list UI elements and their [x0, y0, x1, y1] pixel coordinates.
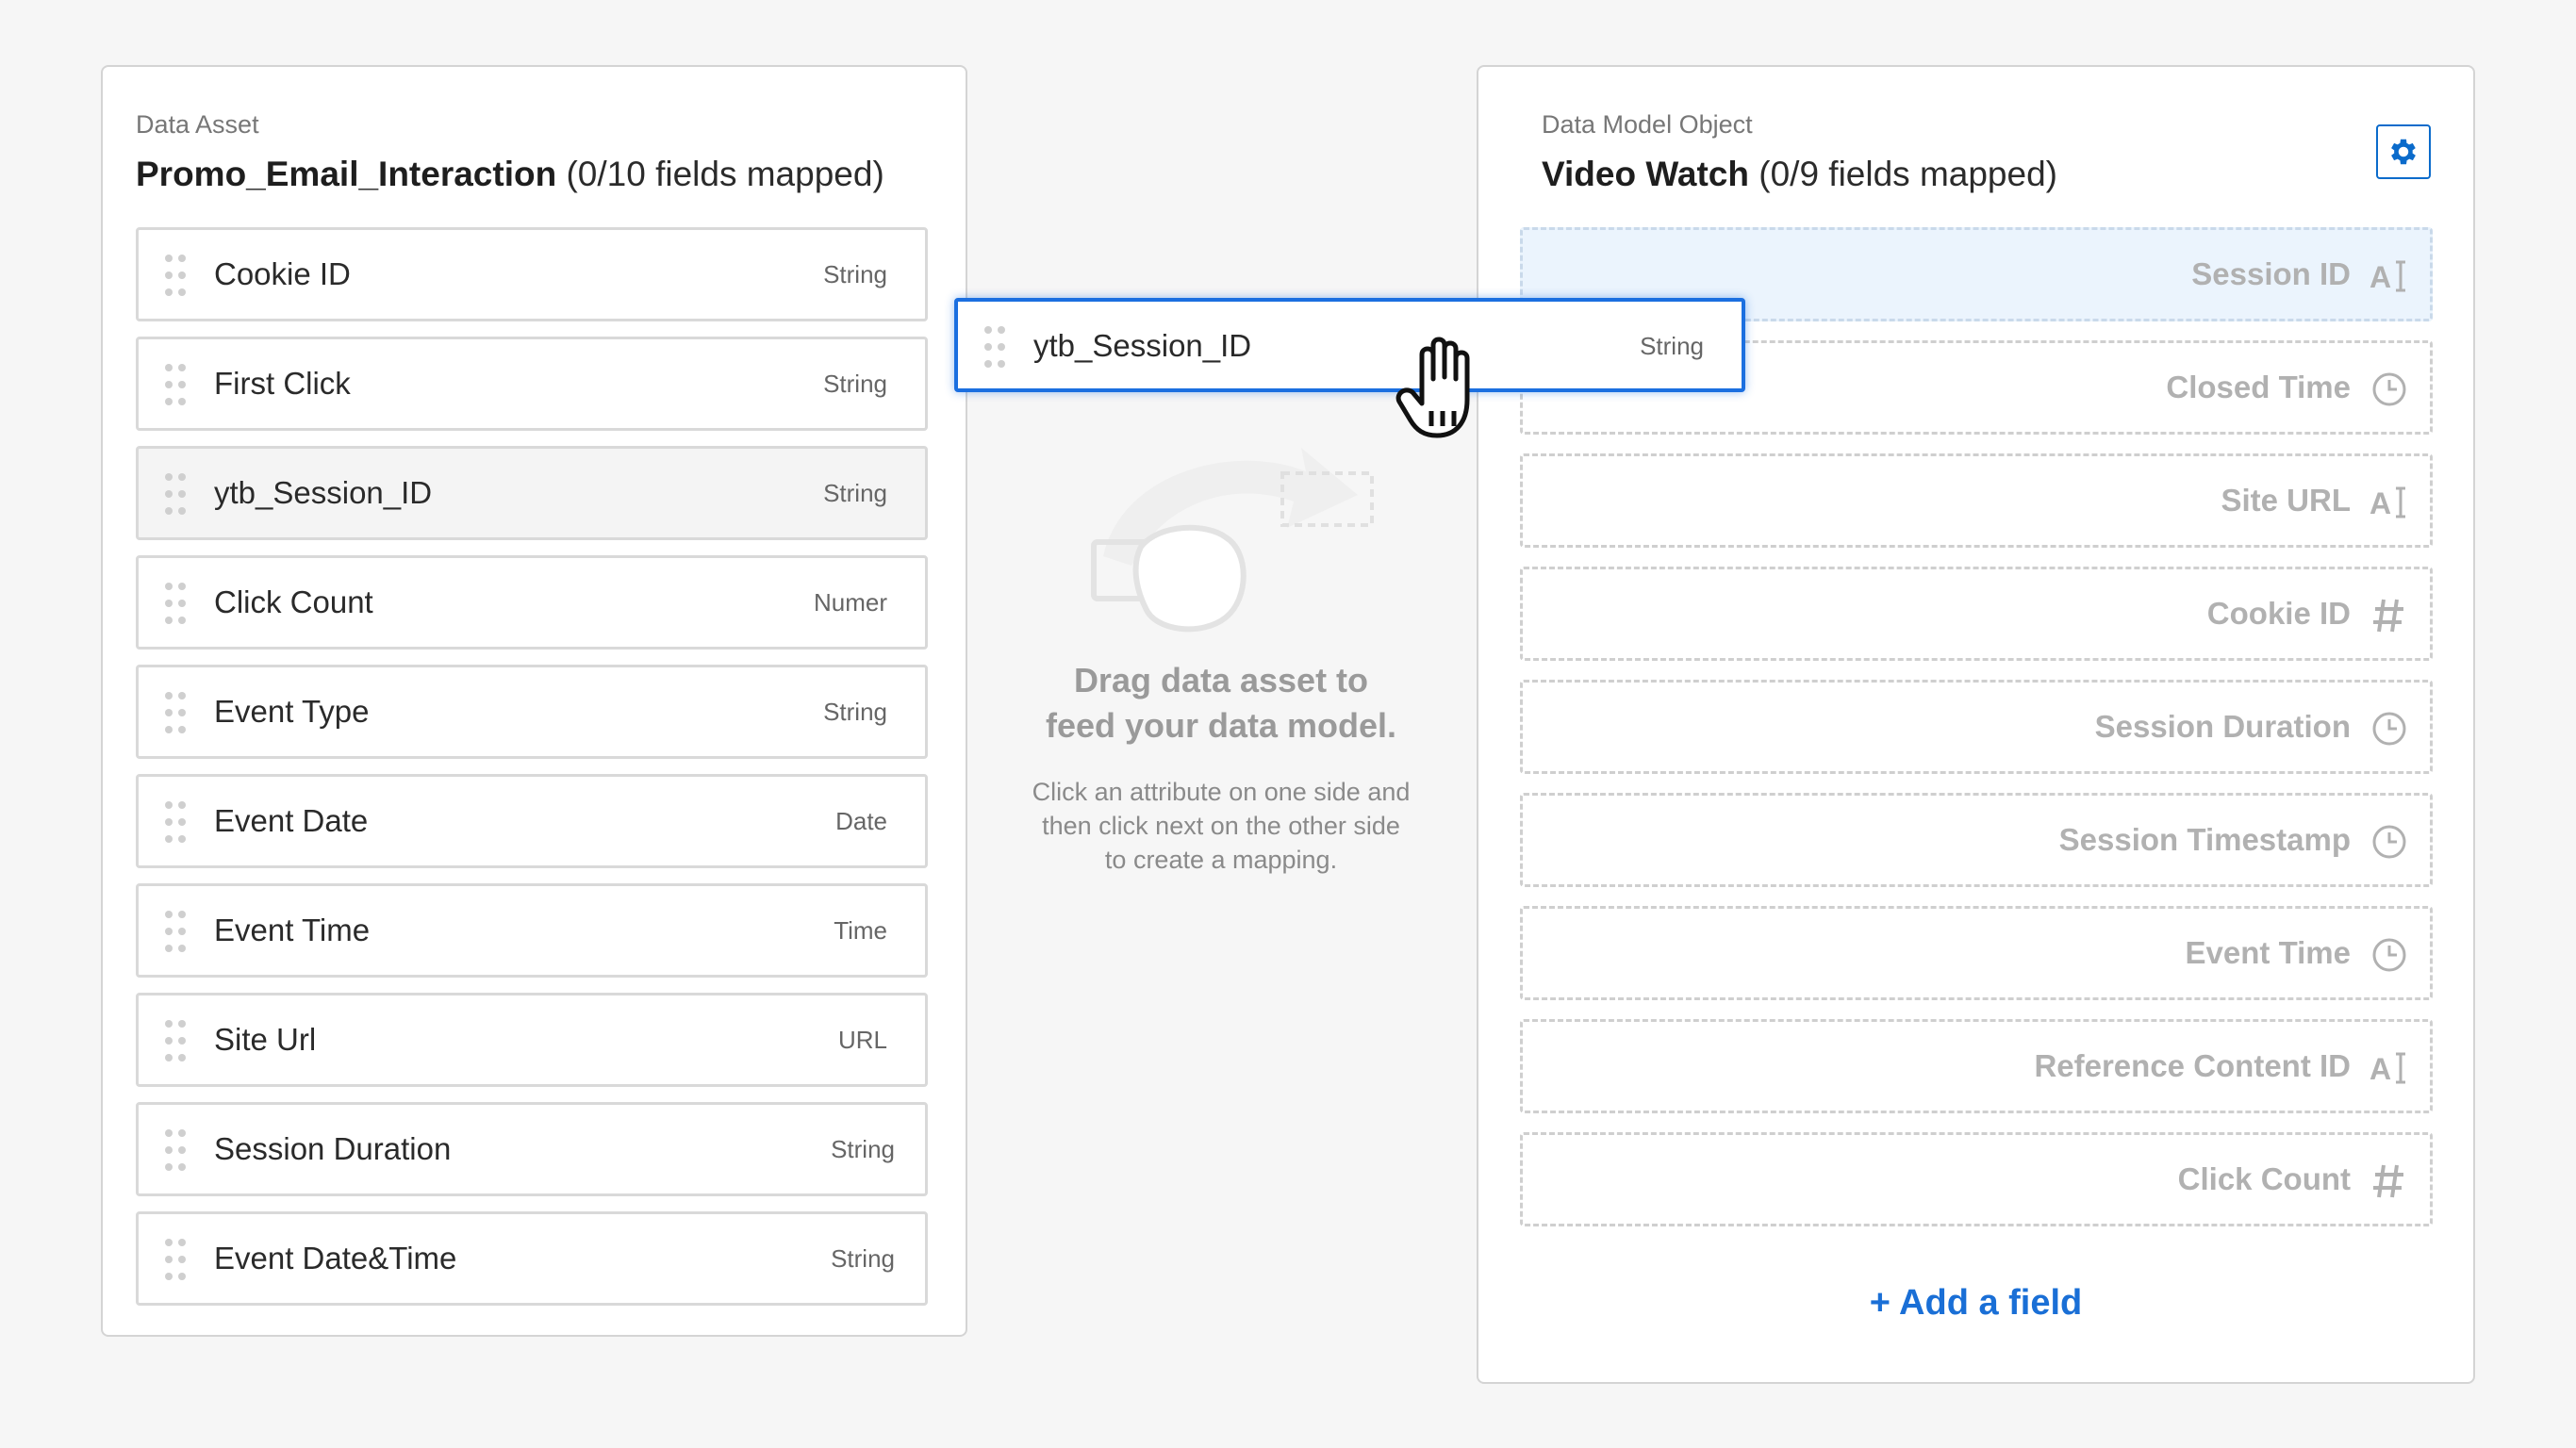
source-field-event-time[interactable]: Event Time Time — [136, 883, 928, 978]
hint-body-line: Click an attribute on one side and — [1032, 778, 1411, 806]
data-model-mapped-count: (0/9 fields mapped) — [1759, 155, 2057, 193]
source-field-type: String — [823, 697, 887, 726]
svg-text:A: A — [2370, 486, 2391, 520]
number-icon — [2373, 1164, 2403, 1198]
data-asset-name: Promo_Email_Interaction — [136, 155, 557, 193]
source-field-cookie-id[interactable]: Cookie ID String — [136, 227, 928, 321]
drag-handle-icon[interactable] — [165, 1020, 186, 1061]
source-field-name: Cookie ID — [214, 256, 351, 291]
source-field-type: String — [823, 369, 887, 398]
source-field-name: Event Date — [214, 803, 369, 838]
add-field-link[interactable]: + Add a field — [1478, 1283, 2473, 1324]
settings-button[interactable] — [2376, 124, 2431, 179]
clock-icon — [2372, 825, 2406, 859]
source-field-type: Numer — [813, 587, 887, 617]
grab-hand-cursor-icon — [1395, 337, 1470, 438]
drag-handle-icon[interactable] — [165, 911, 186, 952]
clock-icon — [2372, 372, 2406, 406]
source-field-type: URL — [837, 1025, 887, 1054]
source-field-type: Date — [835, 806, 887, 835]
source-field-name: Session Duration — [214, 1131, 452, 1166]
target-field-event-time[interactable]: Event Time — [1520, 906, 2433, 1000]
source-field-site-url[interactable]: Site Url URL — [136, 993, 928, 1087]
source-field-name: ytb_Session_ID — [214, 475, 433, 510]
data-model-eyebrow: Data Model Object — [1542, 110, 1753, 139]
target-field-name: Site URL — [2221, 483, 2351, 518]
target-field-name: Session ID — [2191, 256, 2351, 291]
target-field-click-count[interactable]: Click Count — [1520, 1132, 2433, 1226]
target-field-name: Click Count — [2177, 1161, 2351, 1196]
source-field-name: Event Date&Time — [214, 1241, 457, 1275]
target-field-site-url[interactable]: Site URL A — [1520, 453, 2433, 548]
target-field-session-timestamp[interactable]: Session Timestamp — [1520, 793, 2433, 887]
source-field-click-count[interactable]: Click Count Numer — [136, 555, 928, 650]
hint-title: Drag data asset to feed your data model. — [990, 658, 1452, 749]
data-model-panel: Data Model Object Video Watch (0/9 field… — [1477, 65, 2475, 1384]
target-field-name: Reference Content ID — [2034, 1048, 2351, 1083]
drag-handle-icon[interactable] — [165, 583, 186, 624]
gear-icon — [2391, 139, 2416, 165]
source-field-type: String — [823, 259, 887, 288]
drag-handle-icon[interactable] — [165, 364, 186, 405]
hint-body: Click an attribute on one side and then … — [999, 775, 1443, 877]
data-asset-eyebrow: Data Asset — [136, 110, 259, 139]
drag-handle-icon[interactable] — [165, 801, 186, 843]
target-field-name: Event Time — [2185, 935, 2351, 970]
source-field-name: Event Type — [214, 694, 370, 729]
source-field-ytb-session-id[interactable]: ytb_Session_ID String — [136, 446, 928, 540]
dragging-field-type: String — [1640, 332, 1704, 360]
source-field-name: Event Time — [214, 913, 371, 947]
clock-icon — [2372, 938, 2406, 972]
drag-hand-illustration-icon — [1091, 448, 1374, 633]
hint-title-line: Drag data asset to — [1073, 661, 1369, 699]
source-field-type: String — [831, 1243, 895, 1273]
source-field-event-date[interactable]: Event Date Date — [136, 774, 928, 868]
data-model-title: Video Watch (0/9 fields mapped) — [1542, 155, 2057, 194]
drag-handle-icon[interactable] — [165, 255, 186, 296]
source-field-event-date-time[interactable]: Event Date&Time String — [136, 1211, 928, 1306]
data-asset-title: Promo_Email_Interaction (0/10 fields map… — [136, 155, 884, 194]
text-icon: A — [2370, 260, 2405, 294]
source-field-name: Click Count — [214, 584, 373, 619]
target-field-reference-content-id[interactable]: Reference Content ID A — [1520, 1019, 2433, 1113]
drag-handle-icon[interactable] — [165, 473, 186, 515]
target-field-cookie-id[interactable]: Cookie ID — [1520, 567, 2433, 661]
clock-icon — [2372, 712, 2406, 746]
source-field-type: String — [831, 1134, 895, 1163]
hint-body-line: to create a mapping. — [1104, 846, 1338, 874]
dragging-field-name: ytb_Session_ID — [1033, 328, 1252, 363]
text-icon: A — [2370, 486, 2405, 520]
target-field-name: Session Duration — [2094, 709, 2351, 744]
source-field-first-click[interactable]: First Click String — [136, 337, 928, 431]
target-field-name: Cookie ID — [2206, 596, 2351, 631]
drag-handle-icon[interactable] — [165, 692, 186, 733]
source-field-session-duration[interactable]: Session Duration String — [136, 1102, 928, 1196]
drag-handle-icon[interactable] — [165, 1239, 186, 1280]
number-icon — [2373, 599, 2403, 633]
target-field-session-duration[interactable]: Session Duration — [1520, 680, 2433, 774]
source-field-name: Site Url — [214, 1022, 317, 1057]
data-asset-panel: Data Asset Promo_Email_Interaction (0/10… — [101, 65, 967, 1337]
drag-handle-icon[interactable] — [165, 1129, 186, 1171]
target-field-name: Closed Time — [2166, 370, 2351, 404]
svg-text:A: A — [2370, 260, 2391, 294]
source-field-type: String — [823, 478, 887, 507]
hint-title-line: feed your data model. — [1045, 706, 1397, 745]
data-model-name: Video Watch — [1542, 155, 1749, 193]
drag-handle-icon[interactable] — [984, 326, 1005, 368]
source-field-name: First Click — [214, 366, 351, 401]
source-field-event-type[interactable]: Event Type String — [136, 665, 928, 759]
hint-body-line: then click next on the other side — [1042, 812, 1400, 840]
dragging-field-card[interactable]: ytb_Session_ID String — [954, 298, 1745, 392]
svg-text:A: A — [2370, 1052, 2391, 1086]
source-field-type: Time — [834, 915, 887, 945]
text-icon: A — [2370, 1052, 2405, 1086]
target-field-name: Session Timestamp — [2058, 822, 2351, 857]
data-asset-mapped-count: (0/10 fields mapped) — [566, 155, 884, 193]
